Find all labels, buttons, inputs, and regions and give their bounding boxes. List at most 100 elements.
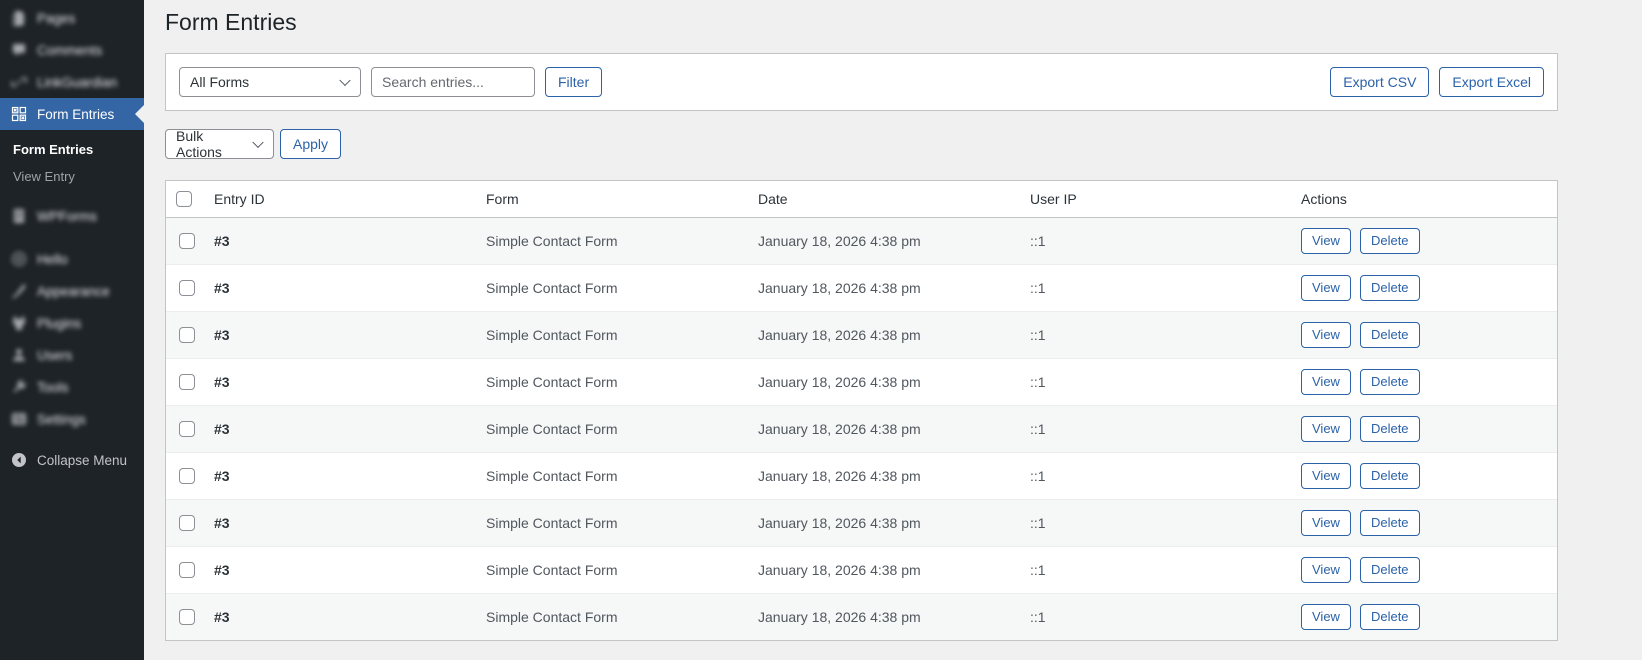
- filter-button[interactable]: Filter: [545, 67, 603, 97]
- view-button[interactable]: View: [1301, 274, 1351, 301]
- sidebar-item-hello[interactable]: Hello: [0, 243, 144, 275]
- user-ip-cell: ::1: [1030, 467, 1046, 484]
- sidebar-submenu-item[interactable]: View Entry: [0, 163, 144, 190]
- row-checkbox[interactable]: [179, 562, 195, 579]
- sidebar-item-form-entries[interactable]: Form Entries: [0, 98, 144, 130]
- view-button[interactable]: View: [1301, 368, 1351, 395]
- bulk-actions-select-value: Bulk Actions: [176, 128, 222, 160]
- hello-icon: [9, 251, 28, 268]
- sidebar-item-label: Form Entries: [37, 106, 115, 122]
- date-cell: January 18, 2026 4:38 pm: [758, 232, 921, 249]
- user-ip-cell: ::1: [1030, 608, 1046, 625]
- date-cell: January 18, 2026 4:38 pm: [758, 608, 921, 625]
- delete-button[interactable]: Delete: [1359, 462, 1420, 489]
- row-checkbox[interactable]: [179, 421, 195, 438]
- delete-button[interactable]: Delete: [1359, 556, 1420, 583]
- date-cell: January 18, 2026 4:38 pm: [758, 561, 921, 578]
- form-cell: Simple Contact Form: [486, 561, 618, 578]
- row-checkbox[interactable]: [179, 515, 195, 532]
- plugins-icon: [9, 315, 28, 332]
- sidebar-item-plugins[interactable]: Plugins: [0, 307, 144, 339]
- bulk-actions-bar: Bulk Actions Apply: [165, 128, 1642, 160]
- select-all-checkbox[interactable]: [176, 191, 192, 208]
- sidebar-item-users[interactable]: Users: [0, 339, 144, 371]
- view-button[interactable]: View: [1301, 415, 1351, 442]
- column-header-user-ip: User IP: [1020, 181, 1291, 218]
- delete-button[interactable]: Delete: [1359, 274, 1420, 301]
- view-button[interactable]: View: [1301, 556, 1351, 583]
- row-checkbox[interactable]: [179, 374, 195, 391]
- table-row: #3 Simple Contact Form January 18, 2026 …: [166, 358, 1557, 405]
- entry-id-cell: #3: [214, 514, 230, 531]
- entry-id-cell: #3: [214, 326, 230, 343]
- table-row: #3 Simple Contact Form January 18, 2026 …: [166, 405, 1557, 452]
- date-cell: January 18, 2026 4:38 pm: [758, 467, 921, 484]
- collapse-menu-button[interactable]: Collapse Menu: [0, 444, 144, 476]
- user-ip-cell: ::1: [1030, 232, 1046, 249]
- form-filter-select[interactable]: All Forms: [179, 67, 361, 97]
- sidebar-item-appearance[interactable]: Appearance: [0, 275, 144, 307]
- sidebar-item-tools[interactable]: Tools: [0, 371, 144, 403]
- tools-icon: [9, 379, 28, 396]
- date-cell: January 18, 2026 4:38 pm: [758, 514, 921, 531]
- column-header-actions: Actions: [1291, 181, 1557, 218]
- column-header-entry-id: Entry ID: [204, 181, 476, 218]
- table-header-row: Entry ID Form Date User IP Actions: [166, 181, 1557, 218]
- filter-bar: All Forms Filter Export CSV Export Excel: [165, 53, 1558, 111]
- delete-button[interactable]: Delete: [1359, 321, 1420, 348]
- entries-table: Entry ID Form Date User IP Actions: [166, 181, 1557, 218]
- delete-button[interactable]: Delete: [1359, 603, 1420, 630]
- entries-table-body: #3 Simple Contact Form January 18, 2026 …: [166, 217, 1557, 640]
- export-csv-button[interactable]: Export CSV: [1330, 67, 1430, 97]
- sidebar-bottom-group: WPForms Hello Appearance Plugins Users T…: [0, 200, 144, 435]
- export-excel-button[interactable]: Export Excel: [1439, 67, 1544, 97]
- entry-id-cell: #3: [214, 279, 230, 296]
- form-cell: Simple Contact Form: [486, 420, 618, 437]
- sidebar-item-settings[interactable]: Settings: [0, 403, 144, 435]
- sidebar-item-comments[interactable]: Comments: [0, 34, 144, 66]
- view-button[interactable]: View: [1301, 321, 1351, 348]
- date-cell: January 18, 2026 4:38 pm: [758, 420, 921, 437]
- view-button[interactable]: View: [1301, 227, 1351, 254]
- row-checkbox[interactable]: [179, 233, 195, 250]
- apply-button[interactable]: Apply: [280, 129, 342, 159]
- row-checkbox[interactable]: [179, 468, 195, 485]
- date-cell: January 18, 2026 4:38 pm: [758, 279, 921, 296]
- collapse-menu-label: Collapse Menu: [37, 452, 128, 468]
- admin-sidebar: Pages Comments LinkGuardian Form Entries…: [0, 0, 144, 660]
- row-checkbox[interactable]: [179, 609, 195, 626]
- delete-button[interactable]: Delete: [1359, 227, 1420, 254]
- search-input[interactable]: [371, 67, 535, 97]
- view-button[interactable]: View: [1301, 603, 1351, 630]
- table-row: #3 Simple Contact Form January 18, 2026 …: [166, 452, 1557, 499]
- form-cell: Simple Contact Form: [486, 279, 618, 296]
- sidebar-item-wpforms[interactable]: WPForms: [0, 200, 144, 232]
- form-cell: Simple Contact Form: [486, 467, 618, 484]
- form-entries-submenu: Form Entries View Entry: [0, 130, 144, 200]
- date-cell: January 18, 2026 4:38 pm: [758, 373, 921, 390]
- user-ip-cell: ::1: [1030, 279, 1046, 296]
- bulk-actions-select[interactable]: Bulk Actions: [165, 128, 274, 160]
- sidebar-submenu-item[interactable]: Form Entries: [0, 136, 144, 163]
- users-icon: [9, 347, 28, 364]
- comments-icon: [9, 42, 28, 59]
- table-row: #3 Simple Contact Form January 18, 2026 …: [166, 311, 1557, 358]
- delete-button[interactable]: Delete: [1359, 415, 1420, 442]
- date-cell: January 18, 2026 4:38 pm: [758, 326, 921, 343]
- sidebar-item-pages[interactable]: Pages: [0, 2, 144, 34]
- delete-button[interactable]: Delete: [1359, 368, 1420, 395]
- form-entries-icon: [9, 106, 28, 123]
- row-checkbox[interactable]: [179, 280, 195, 297]
- form-cell: Simple Contact Form: [486, 373, 618, 390]
- table-row: #3 Simple Contact Form January 18, 2026 …: [166, 217, 1557, 264]
- view-button[interactable]: View: [1301, 509, 1351, 536]
- form-cell: Simple Contact Form: [486, 608, 618, 625]
- row-checkbox[interactable]: [179, 327, 195, 344]
- link-icon: [9, 74, 28, 91]
- delete-button[interactable]: Delete: [1359, 509, 1420, 536]
- main-content: Form Entries All Forms Filter Export CSV…: [144, 0, 1642, 660]
- table-row: #3 Simple Contact Form January 18, 2026 …: [166, 593, 1557, 640]
- chevron-down-icon: [252, 136, 264, 149]
- sidebar-item-linkguardian[interactable]: LinkGuardian: [0, 66, 144, 98]
- view-button[interactable]: View: [1301, 462, 1351, 489]
